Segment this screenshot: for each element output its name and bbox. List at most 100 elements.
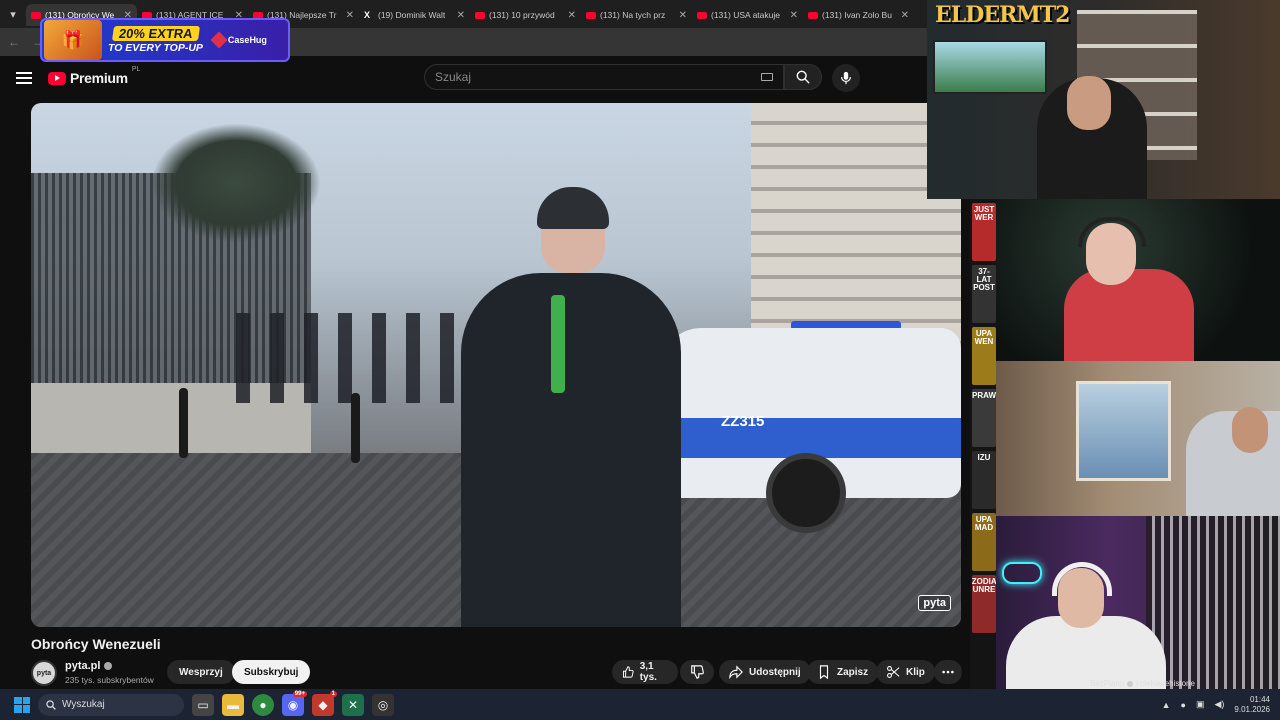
app-badge: 1 — [329, 690, 337, 697]
headphones — [1078, 217, 1146, 247]
excel-icon[interactable]: ✕ — [342, 693, 364, 716]
side-thumbnail[interactable]: PRAW — [972, 389, 996, 447]
keyboard-icon[interactable] — [761, 73, 773, 81]
x-icon: X — [364, 10, 371, 20]
app-icon[interactable]: ◆ 1 — [312, 690, 337, 716]
volume-icon[interactable]: ◀) — [1214, 699, 1224, 710]
youtube-play-icon — [48, 71, 66, 85]
tab-search-chevron-icon[interactable]: ▾ — [0, 0, 26, 28]
windows-start-icon[interactable] — [14, 696, 30, 713]
caption-left: BezPlanu — [1090, 679, 1125, 688]
guest-face — [1232, 407, 1268, 453]
clip-button[interactable]: Klip — [876, 660, 935, 684]
video-scene-bollard — [351, 393, 360, 463]
neon-sign — [1002, 562, 1042, 584]
side-thumbnail[interactable]: 37-LAT POST — [972, 265, 996, 323]
browser-tab[interactable]: (131) Na tych prz ✕ — [581, 4, 692, 26]
side-thumbnail[interactable]: IZU — [972, 451, 996, 509]
like-button[interactable]: 3,1 tys. — [612, 660, 678, 684]
thumbs-down-icon — [691, 665, 704, 679]
file-explorer-icon[interactable]: ▬ — [222, 693, 244, 716]
guest-webcam-2 — [996, 361, 1280, 516]
clock[interactable]: 01:44 9.01.2026 — [1234, 695, 1270, 713]
subscriber-count: 235 tys. subskrybentów — [65, 675, 154, 685]
browser-tab[interactable]: X (19) Dominik Walt ✕ — [359, 4, 470, 26]
share-button[interactable]: Udostępnij — [719, 660, 811, 684]
search-icon — [46, 699, 56, 710]
close-icon[interactable]: ✕ — [457, 10, 465, 21]
video-scene-car-stripe — [671, 418, 961, 458]
browser-tab[interactable]: (131) 10 przywód ✕ — [470, 4, 581, 26]
like-count: 3,1 tys. — [639, 661, 657, 683]
more-actions-button[interactable] — [934, 660, 962, 684]
clock-date: 9.01.2026 — [1234, 704, 1270, 714]
subscribe-button[interactable]: Subskrybuj — [232, 660, 311, 684]
search-input[interactable] — [435, 70, 761, 84]
clock-time: 01:44 — [1249, 695, 1270, 705]
search-icon — [796, 70, 810, 84]
back-arrow-icon[interactable]: ← — [8, 35, 20, 49]
ad-brand: CaseHug — [210, 31, 267, 49]
youtube-logo[interactable]: Premium PL — [48, 66, 140, 86]
side-thumbnail[interactable]: JUST WER — [972, 203, 996, 261]
save-button[interactable]: Zapisz — [807, 660, 879, 684]
youtube-icon — [31, 11, 41, 19]
clip-label: Klip — [906, 666, 925, 678]
guest-webcam-1 — [996, 199, 1280, 361]
ad-text: 20% EXTRA TO EVERY TOP-UP — [108, 26, 203, 54]
video-scene-reporter — [461, 273, 681, 627]
voice-search-button[interactable] — [832, 64, 860, 92]
channel-watermark[interactable]: pyta — [918, 595, 951, 611]
thumbnail-strip: JUST WER 37-LAT POST UPA WEN PRAW IZU UP… — [970, 199, 997, 689]
aquarium — [933, 40, 1047, 94]
task-view-icon[interactable]: ▭ — [192, 693, 214, 716]
search-box — [424, 64, 784, 90]
system-tray: ▲ ● ▣ ◀) 01:44 9.01.2026 — [1162, 689, 1270, 720]
windows-taskbar: Wyszukaj ▭ ▬ ● ◉ 99+ ◆ 1 ✕ ◎ ▲ ● ▣ ◀) 01:4… — [0, 689, 1280, 720]
video-player[interactable]: ZZ315 pyta — [31, 103, 961, 627]
ad-headline: 20% EXTRA — [111, 26, 200, 41]
tray-chevron-icon[interactable]: ▲ — [1162, 700, 1171, 710]
close-icon[interactable]: ✕ — [568, 10, 576, 21]
microphone-icon[interactable]: ● — [1181, 700, 1186, 710]
side-thumbnail[interactable]: UPA MAD — [972, 513, 996, 571]
headphones — [1052, 562, 1112, 596]
share-label: Udostępnij — [749, 666, 801, 678]
streamer-webcam: ELDERMT2 — [927, 0, 1280, 199]
tab-title: (131) Ivan Zolo Bu — [822, 10, 892, 20]
logo-region: PL — [131, 66, 141, 73]
network-icon[interactable]: ▣ — [1196, 699, 1205, 710]
browser-tab[interactable]: (131) Ivan Zolo Bu ✕ — [803, 4, 914, 26]
youtube-icon — [475, 11, 485, 19]
close-icon[interactable]: ✕ — [679, 10, 687, 21]
video-scene-microphone — [551, 295, 565, 393]
ad-brand-name: CaseHug — [227, 35, 267, 45]
video-scene-people — [236, 313, 486, 403]
verified-icon — [104, 662, 113, 670]
menu-icon[interactable] — [16, 72, 32, 84]
side-thumbnail[interactable]: ZODIA UNRE — [972, 575, 997, 633]
channel-avatar[interactable]: pyta — [31, 660, 57, 686]
side-thumbnail[interactable]: UPA WEN — [972, 327, 996, 385]
search-button[interactable] — [784, 64, 822, 90]
youtube-header: Premium PL — [0, 56, 930, 100]
channel-name-wrap[interactable]: pyta.pl — [65, 660, 113, 672]
microphone-icon — [841, 71, 851, 85]
chrome-icon[interactable]: ● — [252, 693, 274, 716]
support-button[interactable]: Wesprzyj — [167, 660, 235, 684]
channel-name[interactable]: pyta.pl — [65, 660, 100, 672]
discord-icon[interactable]: ◉ 99+ — [282, 690, 307, 716]
guest-body — [1064, 269, 1194, 361]
taskbar-search[interactable]: Wyszukaj — [38, 693, 184, 716]
close-icon[interactable]: ✕ — [346, 10, 354, 21]
browser-tab[interactable]: (131) USA atakuje ✕ — [692, 4, 803, 26]
video-scene-bollard — [179, 388, 188, 458]
window-view — [1076, 381, 1171, 481]
close-icon[interactable]: ✕ — [901, 10, 909, 21]
obs-icon[interactable]: ◎ — [372, 693, 394, 716]
dislike-button[interactable] — [680, 660, 714, 684]
close-icon[interactable]: ✕ — [790, 10, 798, 21]
youtube-icon — [697, 11, 707, 19]
taskbar-search-label: Wyszukaj — [62, 699, 105, 710]
guest-webcam-3 — [996, 516, 1280, 689]
